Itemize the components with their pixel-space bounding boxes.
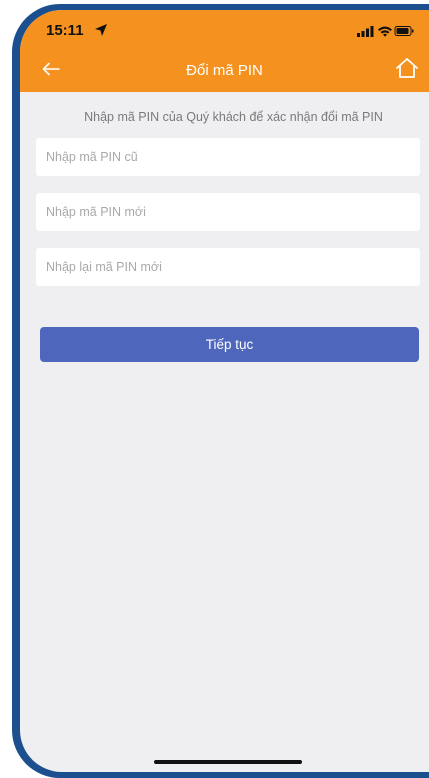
home-indicator[interactable] (154, 760, 302, 764)
instruction-text: Nhập mã PIN của Quý khách để xác nhận đổ… (84, 110, 383, 124)
old-pin-input[interactable] (36, 138, 420, 176)
home-button[interactable] (391, 55, 423, 85)
location-arrow-icon (94, 23, 108, 37)
status-bar: 15:11 (20, 10, 429, 50)
app-header: 15:11 Đổi mã PIN (20, 10, 429, 92)
wifi-icon (378, 26, 392, 37)
status-icons (357, 24, 415, 38)
continue-button[interactable]: Tiếp tục (40, 327, 419, 362)
status-time: 15:11 (46, 22, 84, 39)
phone-frame: 15:11 Đổi mã PIN Nhập mã PIN của Quý khá… (12, 4, 429, 778)
phone-screen: 15:11 Đổi mã PIN Nhập mã PIN của Quý khá… (20, 10, 429, 772)
nav-bar: Đổi mã PIN (20, 50, 429, 92)
signal-icon (357, 26, 374, 37)
battery-icon (394, 26, 414, 36)
confirm-pin-input[interactable] (36, 248, 420, 286)
home-icon (395, 57, 419, 84)
new-pin-input[interactable] (36, 193, 420, 231)
page-title: Đổi mã PIN (186, 62, 263, 79)
